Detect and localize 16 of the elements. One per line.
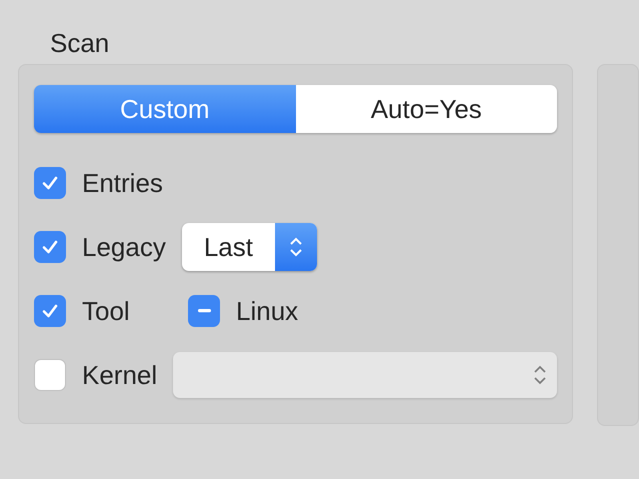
option-label: Entries xyxy=(82,168,163,198)
checkbox[interactable] xyxy=(34,295,66,327)
checkbox[interactable] xyxy=(34,359,66,391)
stepper-icon xyxy=(289,236,303,258)
popup-button[interactable]: Last xyxy=(182,223,317,271)
checkbox[interactable] xyxy=(34,231,66,263)
checkbox[interactable] xyxy=(188,295,220,327)
group-title: Scan xyxy=(50,28,110,60)
option-label: Legacy xyxy=(82,232,166,262)
option-label: Tool xyxy=(82,296,131,326)
dash-icon xyxy=(198,309,210,313)
option-label: Kernel xyxy=(82,360,158,390)
option-label: Linux xyxy=(236,296,298,326)
segment-tab[interactable]: Auto=Yes xyxy=(296,85,557,133)
stepper-icon xyxy=(533,364,547,386)
checkbox[interactable] xyxy=(34,167,66,199)
